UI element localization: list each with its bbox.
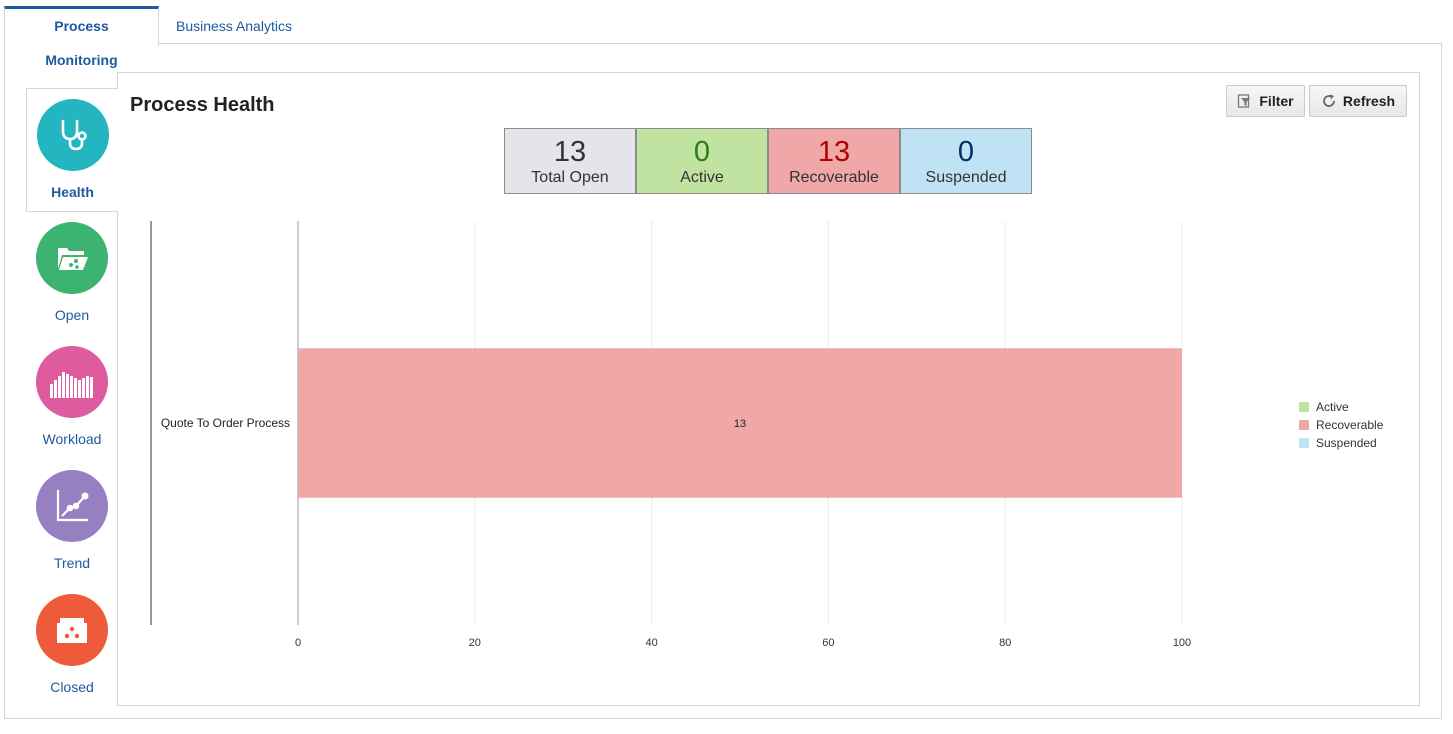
stat-value: 0 xyxy=(693,136,711,168)
stat-label: Recoverable xyxy=(789,169,879,186)
open-folder-icon xyxy=(36,222,108,294)
tab-process-monitoring[interactable]: Process Monitoring xyxy=(4,6,159,68)
tab-business-analytics[interactable]: Business Analytics xyxy=(164,6,304,43)
legend-swatch xyxy=(1299,438,1309,448)
x-tick-label: 40 xyxy=(645,637,657,649)
closed-box-icon xyxy=(36,594,108,666)
trend-line-icon xyxy=(36,470,108,542)
x-tick-label: 0 xyxy=(295,637,301,649)
filter-label: Filter xyxy=(1259,93,1294,109)
stethoscope-icon xyxy=(36,99,109,171)
nav-item-closed[interactable]: Closed xyxy=(26,584,118,708)
chart-legend: Active Recoverable Suspended xyxy=(1299,398,1383,452)
refresh-button[interactable]: Refresh xyxy=(1309,85,1407,117)
x-tick-label: 100 xyxy=(1173,637,1191,649)
legend-label: Recoverable xyxy=(1316,418,1384,432)
category-label: Quote To Order Process xyxy=(161,416,290,430)
filter-button[interactable]: Filter xyxy=(1226,85,1305,117)
nav-label-workload: Workload xyxy=(42,431,102,447)
process-health-chart: 0 20 40 60 80 100 13 Quote To Order Process xyxy=(150,221,1191,649)
bar-data-label: 13 xyxy=(734,418,746,430)
legend-item-suspended[interactable]: Suspended xyxy=(1299,434,1383,452)
filter-icon xyxy=(1238,94,1251,108)
legend-label: Active xyxy=(1316,400,1349,414)
stat-label: Suspended xyxy=(925,169,1007,186)
x-tick-label: 80 xyxy=(999,637,1011,649)
refresh-icon xyxy=(1323,94,1335,107)
stat-suspended[interactable]: 0 Suspended xyxy=(900,128,1032,194)
stat-active[interactable]: 0 Active xyxy=(636,128,768,194)
stat-label: Active xyxy=(680,169,724,186)
stat-recoverable[interactable]: 13 Recoverable xyxy=(768,128,900,194)
legend-item-recoverable[interactable]: Recoverable xyxy=(1299,416,1383,434)
legend-swatch xyxy=(1299,402,1309,412)
nav-item-workload[interactable]: Workload xyxy=(26,336,118,460)
nav-label-closed: Closed xyxy=(50,679,94,695)
nav-label-trend: Trend xyxy=(53,555,91,571)
tab-bar: Process Monitoring Business Analytics xyxy=(4,0,1442,68)
x-tick-label: 60 xyxy=(822,637,834,649)
stat-value: 13 xyxy=(553,136,587,168)
nav-item-health[interactable]: Health xyxy=(26,88,118,212)
bar-histogram-icon xyxy=(36,346,108,418)
refresh-label: Refresh xyxy=(1342,93,1396,109)
x-tick-label: 20 xyxy=(469,637,481,649)
page-title: Process Health xyxy=(130,94,275,116)
legend-swatch xyxy=(1299,420,1309,430)
nav-label-health: Health xyxy=(51,184,94,200)
stat-value: 13 xyxy=(817,136,851,168)
stat-label: Total Open xyxy=(531,169,609,186)
stat-total-open[interactable]: 13 Total Open xyxy=(504,128,636,194)
nav-item-trend[interactable]: Trend xyxy=(26,460,118,584)
legend-label: Suspended xyxy=(1316,436,1377,450)
nav-label-open: Open xyxy=(54,307,90,323)
nav-item-open[interactable]: Open xyxy=(26,212,118,336)
legend-item-active[interactable]: Active xyxy=(1299,398,1383,416)
stat-value: 0 xyxy=(957,136,975,168)
